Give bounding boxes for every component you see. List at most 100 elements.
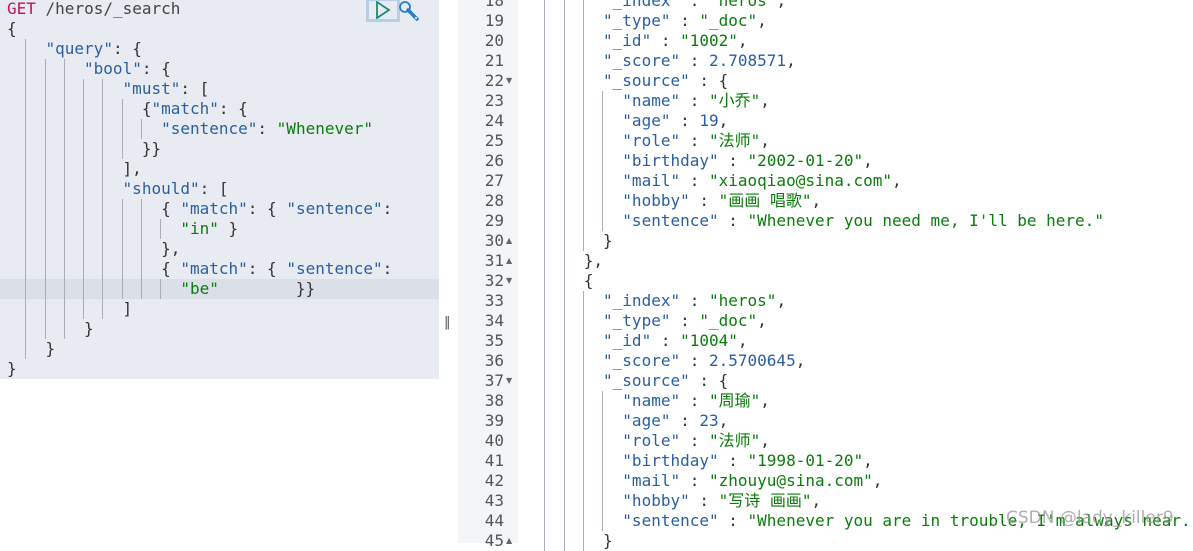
json-punctuation: { bbox=[7, 19, 17, 38]
line-number: 44 bbox=[484, 511, 504, 530]
line-number: 39 bbox=[484, 411, 504, 430]
line-number: 40 bbox=[484, 431, 504, 450]
json-string: "周瑜" bbox=[709, 391, 761, 410]
json-punctuation: { bbox=[161, 199, 181, 218]
fold-expand-icon[interactable]: ▲ bbox=[506, 531, 516, 551]
json-punctuation: , bbox=[795, 351, 806, 370]
json-punctuation: : { bbox=[689, 71, 729, 90]
indent-guide bbox=[582, 351, 584, 371]
json-key: "birthday" bbox=[622, 451, 719, 470]
code-line: "_source" : { bbox=[603, 371, 728, 391]
json-key: "must" bbox=[122, 79, 181, 98]
json-punctuation: : bbox=[680, 0, 709, 10]
json-punctuation: : bbox=[382, 259, 393, 278]
code-line: "_type" : "_doc", bbox=[603, 311, 767, 331]
code-line: "hobby" : "写诗 画画", bbox=[622, 491, 821, 511]
code-line: "role" : "法师", bbox=[622, 131, 770, 151]
indent-guide bbox=[602, 451, 604, 471]
indent-guide bbox=[44, 79, 46, 99]
json-punctuation: , bbox=[757, 311, 767, 330]
fold-collapse-icon[interactable]: ▼ bbox=[506, 371, 516, 391]
line-number: 21 bbox=[484, 51, 504, 70]
json-number: 23 bbox=[699, 411, 719, 430]
code-line: "must": [ bbox=[123, 79, 210, 99]
indent-guide bbox=[544, 411, 546, 431]
code-line: "name" : "周瑜", bbox=[622, 391, 770, 411]
code-line: "name" : "小乔", bbox=[622, 91, 770, 111]
indent-guide bbox=[602, 411, 604, 431]
json-punctuation: : bbox=[670, 311, 700, 330]
indent-guide bbox=[582, 11, 584, 31]
indent-guide bbox=[563, 71, 565, 91]
json-key: "_type" bbox=[603, 311, 671, 330]
json-punctuation: : bbox=[718, 511, 748, 530]
json-punctuation: } bbox=[45, 339, 56, 358]
indent-guide bbox=[544, 511, 546, 531]
json-punctuation: : { bbox=[689, 371, 729, 390]
json-punctuation: : bbox=[680, 431, 709, 450]
indent-guide bbox=[44, 119, 46, 139]
code-line: "_id" : "1002", bbox=[603, 31, 748, 51]
fold-expand-icon[interactable]: ▲ bbox=[506, 251, 516, 271]
indent-guide bbox=[83, 299, 85, 319]
json-punctuation: }, bbox=[583, 251, 604, 270]
fold-expand-icon[interactable]: ▲ bbox=[506, 231, 516, 251]
indent-guide bbox=[102, 299, 104, 319]
json-string: "in" bbox=[180, 219, 219, 238]
fold-collapse-icon[interactable]: ▼ bbox=[506, 71, 516, 91]
json-string: "_doc" bbox=[699, 311, 758, 330]
json-string: "_doc" bbox=[699, 11, 758, 30]
indent-guide bbox=[582, 191, 584, 211]
json-punctuation: } bbox=[218, 219, 239, 238]
indent-guide bbox=[44, 239, 46, 259]
indent-guide bbox=[582, 211, 584, 231]
line-number: 34 bbox=[484, 311, 504, 330]
json-punctuation: }} bbox=[141, 139, 162, 158]
indent-guide bbox=[563, 91, 565, 111]
code-line: "age" : 23, bbox=[622, 411, 728, 431]
line-number: 23 bbox=[484, 91, 504, 110]
json-key: "name" bbox=[622, 391, 681, 410]
code-line: } bbox=[84, 319, 94, 339]
json-punctuation: : bbox=[718, 211, 748, 230]
line-number: 28 bbox=[484, 191, 504, 210]
request-editor-panel[interactable]: GET /heros/_search{"query": {"bool": {"m… bbox=[0, 0, 440, 543]
wrench-icon[interactable] bbox=[398, 0, 420, 22]
indent-guide bbox=[563, 231, 565, 251]
line-number: 42 bbox=[484, 471, 504, 490]
json-punctuation: { bbox=[141, 99, 152, 118]
json-key: "age" bbox=[622, 111, 671, 130]
json-key: "role" bbox=[622, 131, 681, 150]
indent-guide bbox=[602, 111, 604, 131]
code-line: "_score" : 2.708571, bbox=[603, 51, 796, 71]
indent-guide bbox=[25, 159, 27, 179]
indent-guide bbox=[44, 199, 46, 219]
panel-splitter[interactable]: ‖ bbox=[444, 315, 452, 333]
indent-guide bbox=[160, 279, 162, 299]
fold-collapse-icon[interactable]: ▼ bbox=[506, 271, 516, 291]
indent-guide bbox=[25, 279, 27, 299]
json-key: "sentence" bbox=[622, 511, 719, 530]
json-string: "Whenever you are in trouble, I'm always… bbox=[747, 511, 1193, 530]
response-viewer-panel[interactable]: 18 19 20 21 22 ▼ 23 24 25 26 27 28 29 30 ▲ 31 ▲ 32 ▼ 33 34 35… bbox=[458, 0, 1193, 551]
indent-guide bbox=[44, 59, 46, 79]
indent-guide bbox=[83, 219, 85, 239]
indent-guide bbox=[63, 239, 65, 259]
indent-guide bbox=[602, 191, 604, 211]
indent-guide bbox=[582, 0, 584, 11]
indent-guide bbox=[102, 179, 104, 199]
indent-guide bbox=[602, 511, 604, 531]
code-line: "mail" : "zhouyu@sina.com", bbox=[622, 471, 882, 491]
json-key: "sentence" bbox=[286, 259, 383, 278]
json-punctuation: , bbox=[892, 171, 902, 190]
indent-guide bbox=[83, 119, 85, 139]
code-line: "should": [ bbox=[123, 179, 229, 199]
json-punctuation: , bbox=[718, 411, 729, 430]
indent-guide bbox=[25, 199, 27, 219]
indent-guide bbox=[563, 291, 565, 311]
json-punctuation: }, bbox=[161, 239, 181, 258]
run-request-button[interactable] bbox=[366, 0, 400, 22]
code-line: "hobby" : "画画 唱歌", bbox=[622, 191, 821, 211]
code-line: GET /heros/_search bbox=[7, 0, 180, 19]
indent-guide bbox=[544, 51, 546, 71]
